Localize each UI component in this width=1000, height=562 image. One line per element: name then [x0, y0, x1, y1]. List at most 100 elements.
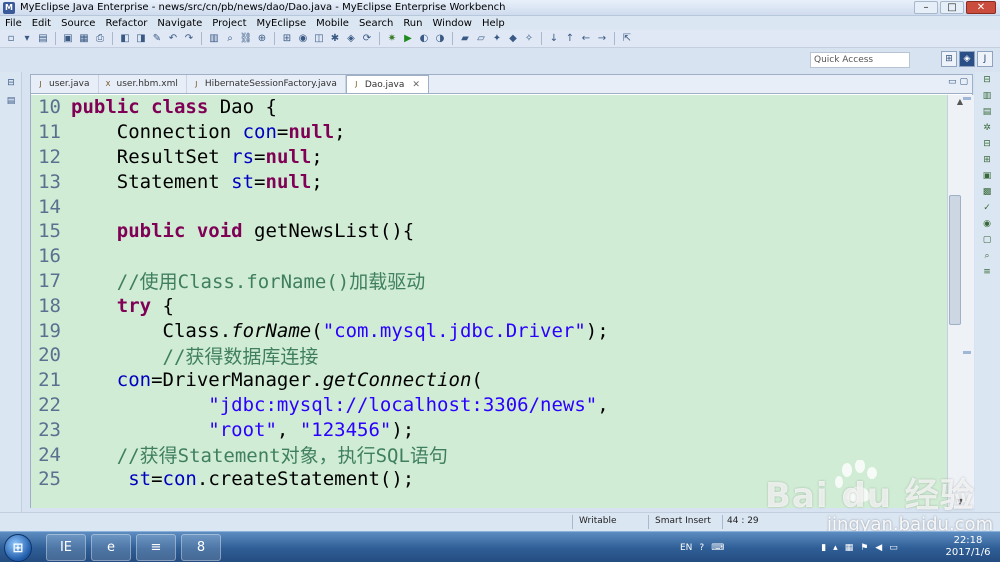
taskbar-app-winrar[interactable]: ≡: [136, 534, 176, 561]
menu-run[interactable]: Run: [398, 18, 427, 29]
external-tools-icon[interactable]: ◑: [433, 32, 447, 46]
java-perspective-icon[interactable]: J: [977, 51, 993, 67]
menu-project[interactable]: Project: [207, 18, 251, 29]
menu-navigate[interactable]: Navigate: [152, 18, 207, 29]
code-line[interactable]: 12 ResultSet rs=null;: [31, 145, 947, 170]
print-icon[interactable]: ⎙: [93, 32, 107, 46]
battery-icon[interactable]: ▮: [821, 543, 826, 553]
annotation-icon[interactable]: ✧: [522, 32, 536, 46]
taskbar-clock[interactable]: 22:18 2017/1/6: [940, 535, 996, 559]
code-area[interactable]: 10 public class Dao {11 Connection con=nu…: [31, 95, 947, 508]
flag-icon[interactable]: ⚑: [860, 543, 868, 553]
hierarchy-icon[interactable]: ⊞: [980, 155, 994, 168]
menu-source[interactable]: Source: [56, 18, 100, 29]
prev-annotation-icon[interactable]: ↑: [563, 32, 577, 46]
problems-icon[interactable]: ▢: [980, 235, 994, 248]
code-line[interactable]: 25 st=con.createStatement();: [31, 467, 947, 492]
run-icon[interactable]: ▶: [401, 32, 415, 46]
properties-icon[interactable]: ▣: [980, 171, 994, 184]
package-explorer-icon[interactable]: ▤: [4, 96, 18, 108]
link-icon[interactable]: ⛓: [239, 32, 253, 46]
server-icon[interactable]: ◨: [134, 32, 148, 46]
code-line[interactable]: 23 "root", "123456");: [31, 417, 947, 442]
pin-icon[interactable]: ⇱: [620, 32, 634, 46]
new-icon[interactable]: ▫: [4, 32, 18, 46]
maximize-button[interactable]: □: [940, 1, 964, 14]
refresh-icon[interactable]: ⟳: [360, 32, 374, 46]
tab-user-java[interactable]: J user.java: [31, 75, 99, 93]
globe-icon[interactable]: ◉: [296, 32, 310, 46]
language-indicator[interactable]: EN: [680, 543, 692, 553]
open-icon[interactable]: ▤: [36, 32, 50, 46]
quick-access-input[interactable]: Quick Access: [810, 52, 910, 68]
menu-mobile[interactable]: Mobile: [311, 18, 354, 29]
tab-hibernatesessionfactory-java[interactable]: J HibernateSessionFactory.java: [187, 75, 346, 93]
scrollbar-thumb[interactable]: [949, 195, 961, 325]
package-icon[interactable]: ▥: [207, 32, 221, 46]
code-line[interactable]: 20 //获得数据库连接: [31, 343, 947, 368]
code-line[interactable]: 21 con=DriverManager.getConnection(: [31, 368, 947, 393]
hierarchy-icon[interactable]: ⊞: [280, 32, 294, 46]
code-line[interactable]: 19 Class.forName("com.mysql.jdbc.Driver"…: [31, 318, 947, 343]
ant-icon[interactable]: ✱: [328, 32, 342, 46]
open-perspective-icon[interactable]: ⊞: [941, 51, 957, 67]
console-icon[interactable]: ◉: [980, 219, 994, 232]
maximize-editor-icon[interactable]: ▢: [959, 77, 968, 87]
code-line[interactable]: 10 public class Dao {: [31, 95, 947, 120]
restore-icon[interactable]: ⊟: [980, 75, 994, 88]
start-button[interactable]: ⊞: [4, 534, 32, 562]
zoom-icon[interactable]: ⊕: [255, 32, 269, 46]
myeclipse-perspective-icon[interactable]: ◈: [959, 51, 975, 67]
minimize-button[interactable]: –: [914, 1, 938, 14]
taskbar-app-myeclipse[interactable]: 8: [181, 534, 221, 561]
volume-icon[interactable]: ◀: [875, 543, 882, 553]
open-type-icon[interactable]: ✦: [490, 32, 504, 46]
new-class-icon[interactable]: ▱: [474, 32, 488, 46]
snippets-icon[interactable]: ✲: [980, 123, 994, 136]
taskbar-app-ie[interactable]: IE: [46, 534, 86, 561]
progress-icon[interactable]: ≡: [980, 267, 994, 280]
menu-file[interactable]: File: [0, 18, 27, 29]
search-icon[interactable]: ⌕: [223, 32, 237, 46]
close-tab-icon[interactable]: ✕: [412, 80, 420, 90]
code-line[interactable]: 11 Connection con=null;: [31, 120, 947, 145]
redo-icon[interactable]: ↷: [182, 32, 196, 46]
network-icon[interactable]: ▦: [845, 543, 854, 553]
restore-icon[interactable]: ⊟: [980, 139, 994, 152]
keyboard-icon[interactable]: ⌨: [711, 543, 724, 553]
minimize-editor-icon[interactable]: ▭: [948, 77, 957, 87]
image-preview-icon[interactable]: ▩: [980, 187, 994, 200]
code-line[interactable]: 17 //使用Class.forName()加载驱动: [31, 269, 947, 294]
debug-icon[interactable]: ✷: [385, 32, 399, 46]
show-hidden-icons-icon[interactable]: ▴: [833, 543, 838, 553]
overview-ruler-mark[interactable]: [963, 97, 971, 100]
code-line[interactable]: 16: [31, 244, 947, 269]
run-config-icon[interactable]: ◐: [417, 32, 431, 46]
deploy-icon[interactable]: ◧: [118, 32, 132, 46]
code-line[interactable]: 14: [31, 194, 947, 219]
vertical-scrollbar[interactable]: ▲ ▼: [947, 95, 974, 508]
next-annotation-icon[interactable]: ↓: [547, 32, 561, 46]
back-icon[interactable]: ←: [579, 32, 593, 46]
tab-dao-java[interactable]: J Dao.java ✕: [345, 75, 429, 93]
menu-window[interactable]: Window: [428, 18, 477, 29]
browser-icon[interactable]: ◫: [312, 32, 326, 46]
taskbar-app-browser[interactable]: e: [91, 534, 131, 561]
restore-icon[interactable]: ⊟: [4, 78, 18, 90]
new-dropdown-icon[interactable]: ▾: [20, 32, 34, 46]
close-button[interactable]: ✕: [966, 1, 996, 14]
forward-icon[interactable]: →: [595, 32, 609, 46]
menu-refactor[interactable]: Refactor: [100, 18, 152, 29]
save-icon[interactable]: ▣: [61, 32, 75, 46]
open-task-icon[interactable]: ◆: [506, 32, 520, 46]
code-line[interactable]: 13 Statement st=null;: [31, 169, 947, 194]
menu-myeclipse[interactable]: MyEclipse: [252, 18, 312, 29]
menu-search[interactable]: Search: [354, 18, 398, 29]
tab-user-hbm-xml[interactable]: X user.hbm.xml: [99, 75, 187, 93]
save-all-icon[interactable]: ▦: [77, 32, 91, 46]
servers-icon[interactable]: ▤: [980, 107, 994, 120]
help-icon[interactable]: ?: [699, 543, 704, 553]
overview-ruler-mark[interactable]: [963, 351, 971, 354]
new-package-icon[interactable]: ▰: [458, 32, 472, 46]
menu-edit[interactable]: Edit: [27, 18, 56, 29]
